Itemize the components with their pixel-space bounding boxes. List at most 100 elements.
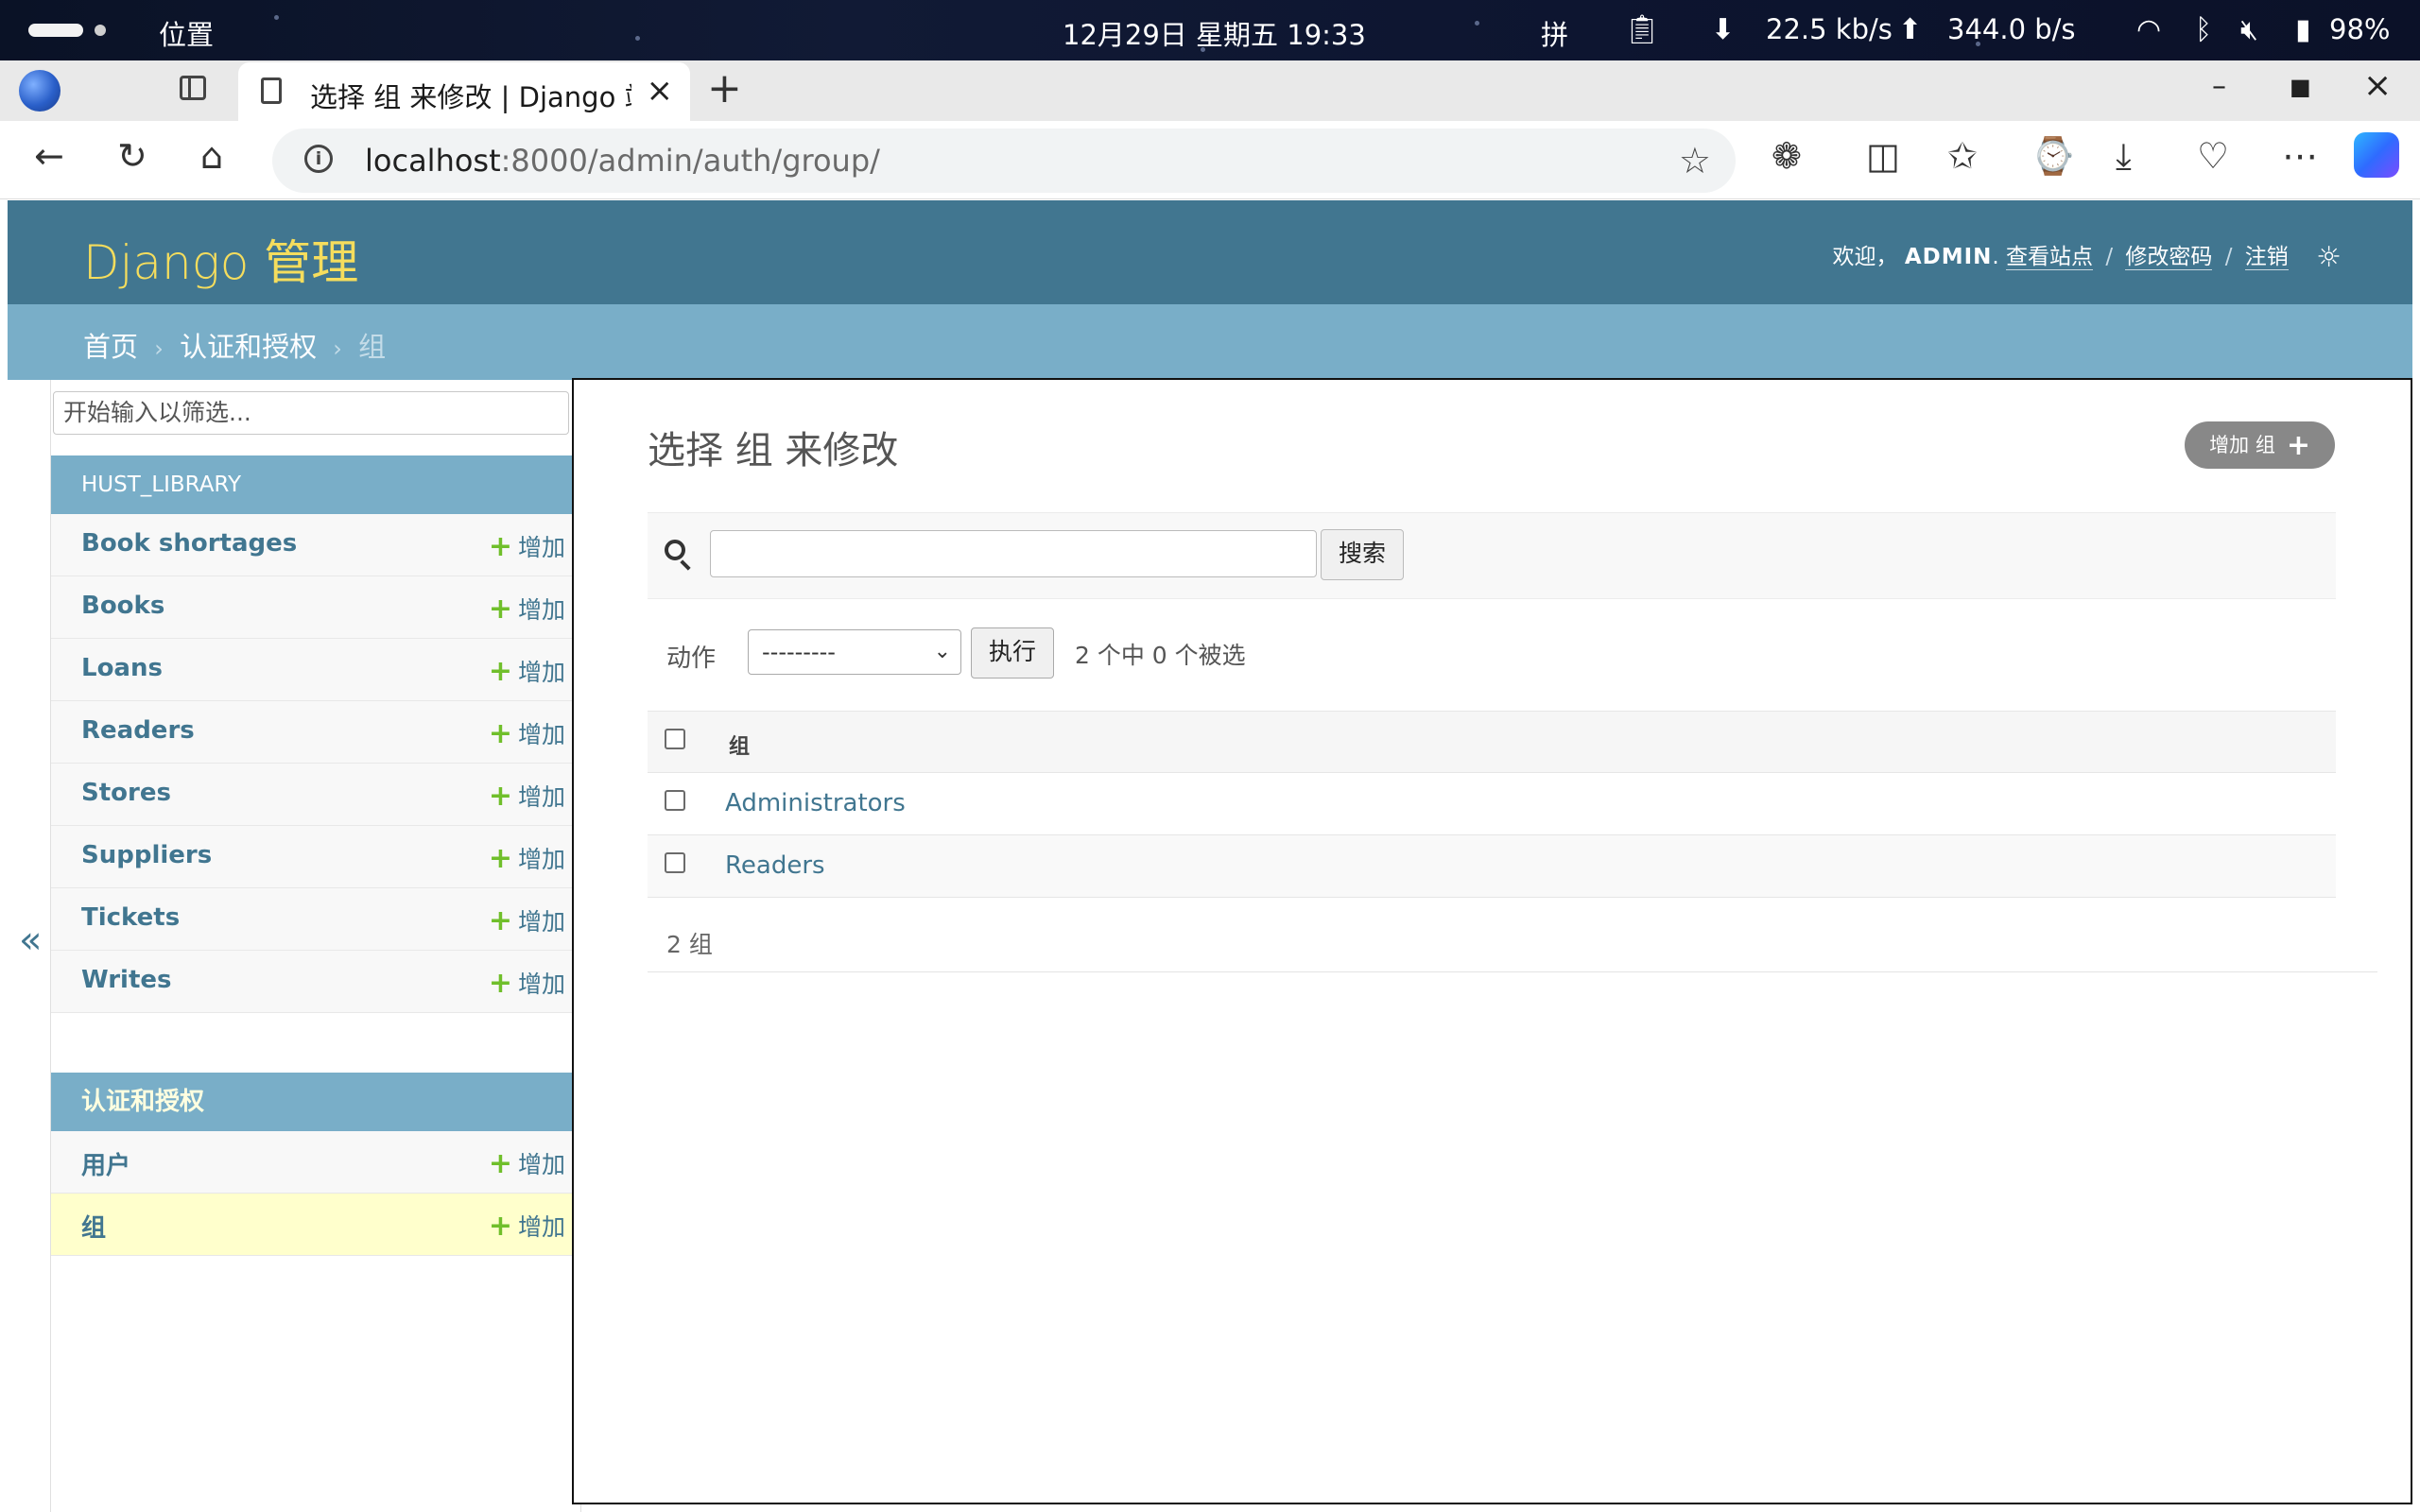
nav-filter-input[interactable]: 开始输入以筛选... xyxy=(53,391,569,435)
sidebar-add-link[interactable]: + 增加 xyxy=(489,1209,565,1243)
breadcrumb-separator: › xyxy=(154,335,164,362)
battery-icon[interactable]: ▮ xyxy=(2295,13,2311,46)
logout-link[interactable]: 注销 xyxy=(2244,245,2289,270)
tab-title: 选择 组 来修改 | Django 站 xyxy=(310,81,631,113)
volume-muted-icon[interactable]: 🔇︎ xyxy=(2240,13,2258,46)
address-bar[interactable]: i localhost:8000/admin/auth/group/ ☆ xyxy=(272,129,1736,193)
minimize-icon[interactable]: – xyxy=(2212,70,2226,103)
column-header-group[interactable]: 组 xyxy=(729,730,750,760)
add-label: 增加 xyxy=(517,971,565,998)
add-group-button[interactable]: 增加 组 + xyxy=(2185,421,2335,469)
browser-profile-icon[interactable] xyxy=(19,70,60,112)
history-icon[interactable]: ⌚ xyxy=(2031,138,2075,174)
window-close-icon[interactable]: × xyxy=(2363,66,2392,105)
select-all-checkbox[interactable] xyxy=(665,729,685,749)
os-top-bar: 位置 12月29日 星期五 19:33 拼 📋︎ ⬇︎ 22.5 kb/s ⬆︎… xyxy=(0,0,2420,60)
sidebar-add-link[interactable]: + 增加 xyxy=(489,654,565,688)
sidebar-item-label[interactable]: Readers xyxy=(81,716,195,745)
sidebar-item-label[interactable]: Loans xyxy=(81,654,163,682)
clock[interactable]: 12月29日 星期五 19:33 xyxy=(1063,13,1366,53)
sidebar-add-link[interactable]: + 增加 xyxy=(489,1146,565,1180)
change-password-link[interactable]: 修改密码 xyxy=(2125,245,2213,270)
new-tab-icon[interactable]: + xyxy=(707,64,742,112)
sidebar-item-label[interactable]: 用户 xyxy=(81,1146,130,1181)
sidebar-item-users: 用户 + 增加 xyxy=(51,1131,580,1194)
site-branding[interactable]: Django 管理 xyxy=(83,225,358,293)
browser-tab-active[interactable]: 选择 组 来修改 | Django 站 × xyxy=(238,62,690,121)
extensions-icon[interactable]: ❁ xyxy=(1772,138,1802,174)
add-plus-icon: + xyxy=(488,842,512,875)
sidebar-item-label[interactable]: Book shortages xyxy=(81,529,297,558)
bluetooth-icon[interactable]: ᛒ xyxy=(2195,13,2212,46)
row-link[interactable]: Administrators xyxy=(725,789,906,817)
url-text[interactable]: localhost:8000/admin/auth/group/ xyxy=(365,143,880,179)
workspace-dot[interactable] xyxy=(95,25,106,36)
paginator: 2 组 xyxy=(648,909,2377,972)
sidebar-add-link[interactable]: + 增加 xyxy=(489,903,565,937)
breadcrumb-separator: › xyxy=(333,335,342,362)
search-button[interactable]: 搜索 xyxy=(1321,529,1404,580)
result-count: 2 组 xyxy=(666,931,713,958)
back-icon[interactable]: ← xyxy=(34,138,64,174)
action-go-button[interactable]: 执行 xyxy=(971,627,1054,679)
sidebar-add-link[interactable]: + 增加 xyxy=(489,966,565,1000)
location-label[interactable]: 位置 xyxy=(159,13,214,53)
copilot-icon[interactable] xyxy=(2354,132,2399,178)
sidebar-item-label[interactable]: Suppliers xyxy=(81,841,212,869)
tab-actions-icon[interactable] xyxy=(180,76,206,100)
more-menu-icon[interactable]: ⋯ xyxy=(2282,138,2318,174)
activities-indicator[interactable] xyxy=(28,24,83,37)
username-suffix: . xyxy=(1992,245,1999,269)
sidebar-add-link[interactable]: + 增加 xyxy=(489,716,565,750)
sidebar-item-tickets: Tickets + 增加 xyxy=(51,888,580,951)
add-label: 增加 xyxy=(517,783,565,811)
tab-close-icon[interactable]: × xyxy=(647,72,674,110)
site-header: Django 管理 欢迎， ADMIN. 查看站点 / 修改密码 / 注销 ☼ xyxy=(8,200,2412,304)
download-speed: 22.5 kb/s xyxy=(1766,13,1893,45)
add-plus-icon: + xyxy=(488,593,512,626)
action-select-value: --------- xyxy=(762,639,836,665)
sidebar-item-label[interactable]: Tickets xyxy=(81,903,180,932)
search-input[interactable] xyxy=(710,530,1317,577)
row-link[interactable]: Readers xyxy=(725,851,825,880)
action-select[interactable]: --------- ⌄ xyxy=(748,629,961,675)
view-site-link[interactable]: 查看站点 xyxy=(2006,245,2094,270)
sidebar-add-link[interactable]: + 增加 xyxy=(489,592,565,626)
maximize-icon[interactable]: ■ xyxy=(2290,74,2311,100)
sidebar-item-book-shortages: Book shortages + 增加 xyxy=(51,514,580,576)
theme-toggle-icon[interactable]: ☼ xyxy=(2316,241,2342,274)
user-tools: 欢迎， ADMIN. 查看站点 / 修改密码 / 注销 ☼ xyxy=(1833,238,2342,274)
input-method-indicator[interactable]: 拼 xyxy=(1541,13,1568,53)
sidebar-item-groups: 组 + 增加 xyxy=(51,1194,580,1256)
add-label: 增加 xyxy=(517,1213,565,1241)
site-info-icon[interactable]: i xyxy=(304,145,333,173)
sidebar-item-label[interactable]: 组 xyxy=(81,1209,106,1244)
sidebar-item-label[interactable]: Books xyxy=(81,592,164,620)
breadcrumb-home[interactable]: 首页 xyxy=(83,331,138,363)
wifi-icon[interactable]: ◠ xyxy=(2136,13,2161,46)
add-plus-icon: + xyxy=(488,1147,512,1180)
row-checkbox[interactable] xyxy=(665,790,685,811)
downloads-icon[interactable]: ⤓ xyxy=(2116,138,2132,174)
add-favorite-icon[interactable]: ☆ xyxy=(1679,140,1711,181)
reload-icon[interactable]: ↻ xyxy=(117,138,147,174)
module-caption-auth[interactable]: 认证和授权 xyxy=(51,1073,580,1131)
row-checkbox[interactable] xyxy=(665,852,685,873)
sidebar-item-label[interactable]: Writes xyxy=(81,966,172,994)
chevron-down-icon: ⌄ xyxy=(933,640,951,663)
favorites-icon[interactable]: ✩ xyxy=(1947,138,1978,174)
sidebar-collapse-icon[interactable]: « xyxy=(19,919,42,962)
sidebar-add-link[interactable]: + 增加 xyxy=(489,529,565,563)
breadcrumb-current: 组 xyxy=(358,331,387,363)
sidebar-add-link[interactable]: + 增加 xyxy=(489,779,565,813)
clipboard-icon[interactable]: 📋︎ xyxy=(1624,13,1660,46)
sidebar-item-label[interactable]: Stores xyxy=(81,779,171,807)
browser-essentials-icon[interactable]: ♡ xyxy=(2197,138,2229,174)
django-admin-page: Django 管理 欢迎， ADMIN. 查看站点 / 修改密码 / 注销 ☼ … xyxy=(8,200,2412,1512)
sidebar-add-link[interactable]: + 增加 xyxy=(489,841,565,875)
module-caption-hust-library[interactable]: HUST_LIBRARY xyxy=(51,455,580,514)
home-icon[interactable]: ⌂ xyxy=(200,138,223,174)
breadcrumb-app[interactable]: 认证和授权 xyxy=(180,331,317,363)
split-screen-icon[interactable]: ◫ xyxy=(1866,138,1900,174)
breadcrumb: 首页 › 认证和授权 › 组 xyxy=(8,304,2412,380)
